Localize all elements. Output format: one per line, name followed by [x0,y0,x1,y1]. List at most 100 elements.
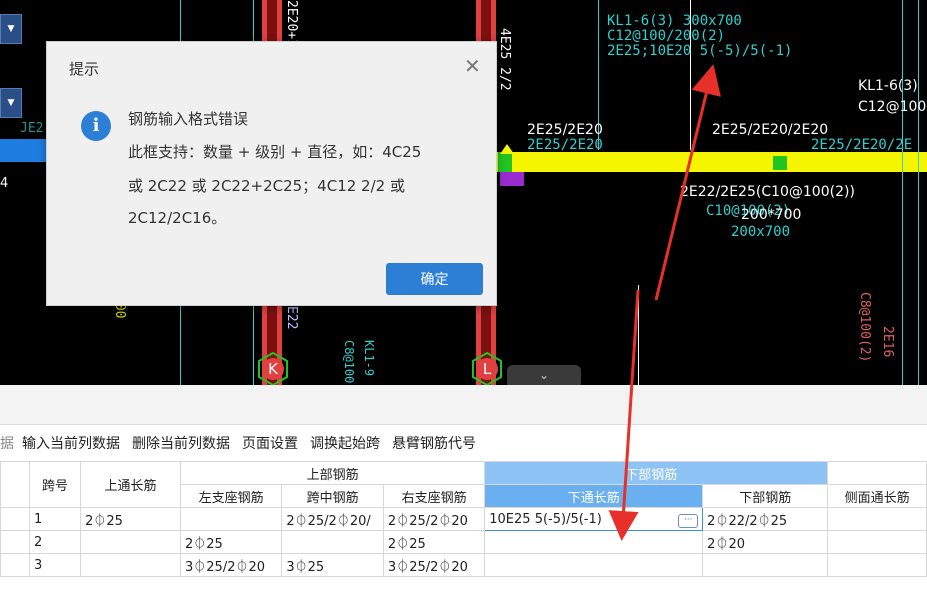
kl1-line-1: KL1-6(3) 300x700 [607,13,742,29]
cell-mid-span[interactable]: 2⏀25/2⏀20/ [281,507,384,531]
beam-label-left: 2E25/2E20 [527,122,603,138]
axis-bubble-l[interactable]: L [470,352,504,385]
dialog-heading: 钢筋输入格式错误 [128,110,249,128]
beam-text-kl1-9: KL1-9 [362,340,376,377]
cad-drawing-canvas[interactable]: ▼ ▼ 4 JE2 2E20+1 4E25 2/2 E22 600 C8@100… [0,0,927,385]
header-top-group: 上部钢筋 [180,461,486,485]
cell-side-through[interactable] [827,507,927,531]
editor-toolbar: 据输入当前列数据 删除当前列数据 页面设置 调换起始跨 悬臂钢筋代号 [0,433,488,457]
panel-header-strip [0,385,927,425]
beam-label-mid: 2E25/2E20/2E20 [712,122,829,138]
cell-side-through[interactable] [827,553,927,577]
chevron-down-icon: ▼ [7,24,15,34]
cell-span-no[interactable]: 1 [28,507,82,531]
dropdown-button-1[interactable]: ▼ [0,14,22,44]
cell-right-seat[interactable]: 3⏀25/2⏀20 [382,553,486,577]
cell-bottom-rebar[interactable] [702,553,829,577]
beam-size-label: 200*700 [741,207,802,223]
dropdown-button-2[interactable]: ▼ [0,88,22,118]
table-row: 2 2⏀25 2⏀25 2⏀20 [0,530,927,554]
cell-left-seat[interactable]: 2⏀25 [180,530,283,554]
row-indicator[interactable] [0,553,30,577]
cell-bottom-through-editing[interactable]: 10E25 5(-5)/5(-1) ··· [484,507,704,531]
cell-span-no[interactable]: 3 [28,553,82,577]
cell-mid-span[interactable] [281,530,384,554]
right-line-2: C12@100 [858,99,927,115]
cell-top-through[interactable] [80,530,182,554]
beam-annotation-right[interactable]: KL1-6(3) C12@100 [858,76,926,118]
header-blank [827,461,927,485]
axis-bubble-k[interactable]: K [256,352,290,385]
rebar-editor-panel: 据输入当前列数据 删除当前列数据 页面设置 调换起始跨 悬臂钢筋代号 跨号 上通长筋 上… [0,385,927,616]
page-setup-button[interactable]: 页面设置 [242,433,298,453]
row-indicator[interactable] [0,530,30,554]
beam-label-mid-cyan: 2E25/2E20/2E [811,137,913,153]
close-icon[interactable]: ✕ [464,54,481,78]
beam-label-bottom: 2E22/2E25(C10@100(2)) [680,184,855,200]
ellipsis-button[interactable]: ··· [678,513,699,528]
cell-top-through[interactable] [80,553,182,577]
chevron-down-icon: ⌄ [538,368,550,382]
beam-support-marker-left [498,152,512,172]
bottom-through-input[interactable]: 10E25 5(-5)/5(-1) [489,512,602,527]
collapse-panel-tab[interactable]: ⌄ [507,365,581,385]
rebar-text-c8: C8@100 [342,340,356,384]
swap-start-span-button[interactable]: 调换起始跨 [310,433,380,453]
row-indicator-header [0,461,30,508]
ok-button[interactable]: 确定 [386,263,483,295]
selected-row-bar[interactable] [0,139,48,162]
dialog-title: 提示 [69,60,100,78]
dialog-message-line-3: 2C12/2C16。 [128,209,227,227]
grid-line-6 [638,285,639,385]
panel-value-4: 4 [0,176,9,191]
cell-mid-span[interactable]: 3⏀25 [281,553,384,577]
beam-label-left-cyan: 2E25/2E20 [527,137,603,153]
cell-top-through[interactable]: 2⏀25 [80,507,182,531]
cell-span-no[interactable]: 2 [28,530,82,554]
header-bottom-through[interactable]: 下通长筋 [484,484,704,508]
table-row: 3 3⏀25/2⏀20 3⏀25 3⏀25/2⏀20 [0,553,927,577]
header-left-seat: 左支座钢筋 [180,484,283,508]
beam-kl1[interactable] [496,152,927,172]
toolbar-truncated-item[interactable]: 据 [0,433,14,453]
column-text-c1-bottom: E22 [284,306,299,330]
rebar-table: 跨号 上通长筋 上部钢筋 下部钢筋 左支座钢筋 跨中钢筋 右支座钢筋 下通长筋 … [0,461,927,577]
column-text-c2-top: 4E25 2/2 [497,28,512,91]
beam-start-triangle-icon [500,144,514,154]
cantilever-rebar-code-button[interactable]: 悬臂钢筋代号 [392,433,476,453]
row-indicator[interactable] [0,507,30,531]
kl1-line-2: C12@100/200(2) [607,28,726,44]
cell-bottom-rebar[interactable]: 2⏀22/2⏀25 [702,507,829,531]
header-top-through: 上通长筋 [80,461,182,508]
cell-left-seat[interactable] [180,507,283,531]
beam-midpoint-marker [773,156,787,170]
header-side-through: 侧面通长筋 [827,484,927,508]
header-bottom-rebar: 下部钢筋 [702,484,829,508]
axis-label-l: L [483,360,492,378]
table-row: 1 2⏀25 2⏀25/2⏀20/ 2⏀25/2⏀20 10E25 5(-5)/… [0,507,927,531]
header-right-seat: 右支座钢筋 [382,484,486,508]
cell-bottom-rebar[interactable]: 2⏀20 [702,530,829,554]
grid-line-4 [902,0,903,385]
delete-current-column-button[interactable]: 删除当前列数据 [132,433,230,453]
dialog-message-line-2: 或 2C22 或 2C22+2C25；4C12 2/2 或 [128,177,405,195]
rebar-text-c8-100: C8@100(2) [857,292,872,363]
right-line-1: KL1-6(3) [858,78,918,94]
beam-annotation-kl1[interactable]: KL1-6(3) 300x700 C12@100/200(2) 2E25;10E… [607,14,792,59]
header-span: 跨号 [28,461,82,508]
axis-label-k: K [268,360,279,378]
chevron-down-icon: ▼ [7,98,15,108]
grid-line-5 [918,0,919,385]
cell-side-through[interactable] [827,530,927,554]
cell-bottom-through[interactable] [484,530,704,554]
input-current-column-button[interactable]: 输入当前列数据 [22,433,120,453]
cell-bottom-through[interactable] [484,553,704,577]
kl1-line-3: 2E25;10E20 5(-5)/5(-1) [607,43,793,59]
beam-end-marker [500,172,524,186]
cell-right-seat[interactable]: 2⏀25 [382,530,486,554]
info-icon: i [81,111,111,141]
header-bottom-group: 下部钢筋 [484,461,829,485]
cell-right-seat[interactable]: 2⏀25/2⏀20 [382,507,486,531]
cell-left-seat[interactable]: 3⏀25/2⏀20 [180,553,283,577]
beam-size-label-cyan: 200x700 [731,224,791,240]
